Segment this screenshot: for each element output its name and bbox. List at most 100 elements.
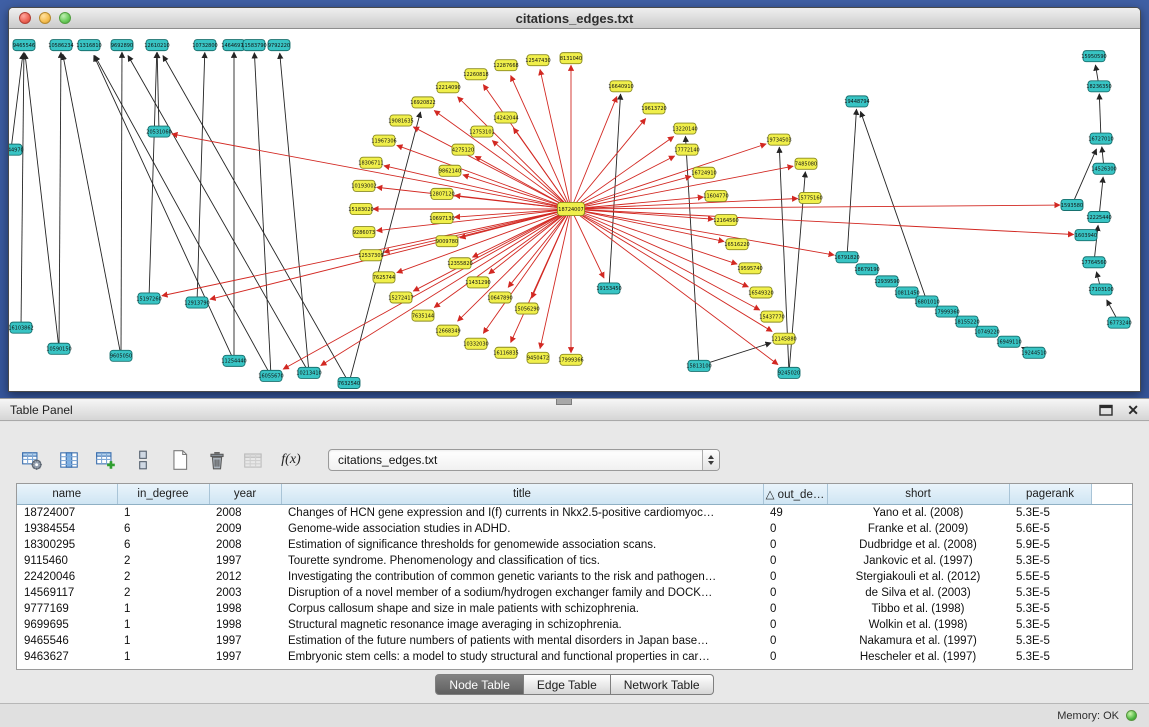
- graph-node[interactable]: 16801010: [914, 296, 939, 307]
- table-cell[interactable]: 5.9E-5: [1009, 537, 1091, 553]
- graph-node[interactable]: 10213410: [296, 367, 321, 378]
- graph-node[interactable]: 10749220: [974, 326, 999, 337]
- table-cell[interactable]: Corpus callosum shape and size in male p…: [281, 601, 763, 617]
- table-cell[interactable]: 5.3E-5: [1009, 601, 1091, 617]
- table-panel-header[interactable]: Table Panel ✕: [0, 398, 1149, 421]
- graph-node[interactable]: 12939590: [874, 276, 899, 287]
- graph-node[interactable]: 16116835: [493, 347, 518, 358]
- table-cell[interactable]: 1998: [209, 617, 281, 633]
- table-cell[interactable]: 2008: [209, 537, 281, 553]
- graph-node[interactable]: 9009780: [436, 236, 458, 247]
- table-cell[interactable]: 9465546: [17, 633, 117, 649]
- table-cell[interactable]: Estimation of significance thresholds fo…: [281, 537, 763, 553]
- graph-node[interactable]: 11431290: [465, 277, 490, 288]
- graph-node[interactable]: 17772140: [674, 144, 699, 155]
- table-row[interactable]: 946554611997Estimation of the future num…: [17, 633, 1132, 649]
- table-cell[interactable]: Nakamura et al. (1997): [827, 633, 1009, 649]
- graph-node[interactable]: 9286073: [353, 227, 375, 238]
- graph-node[interactable]: 17103100: [1088, 284, 1113, 295]
- table-cell[interactable]: 5.3E-5: [1009, 553, 1091, 569]
- graph-node[interactable]: 15775160: [797, 192, 822, 203]
- table-cell[interactable]: 2003: [209, 585, 281, 601]
- table-cell[interactable]: 2: [117, 585, 209, 601]
- graph-node[interactable]: 19595740: [737, 263, 762, 274]
- graph-node[interactable]: 16244970: [9, 144, 24, 155]
- graph-node[interactable]: 17999366: [558, 354, 583, 365]
- graph-node[interactable]: 19613720: [641, 103, 666, 114]
- table-cell[interactable]: 22420046: [17, 569, 117, 585]
- table-cell[interactable]: Tibbo et al. (1998): [827, 601, 1009, 617]
- graph-node[interactable]: 12913790: [184, 297, 209, 308]
- graph-node[interactable]: 15183020: [348, 203, 373, 214]
- table-cell[interactable]: 5.3E-5: [1009, 649, 1091, 665]
- column-header-out_de[interactable]: △ out_de…: [763, 484, 827, 504]
- graph-node[interactable]: 10332030: [463, 338, 488, 349]
- graph-node[interactable]: 11254440: [221, 355, 246, 366]
- table-cell[interactable]: 5.3E-5: [1009, 504, 1091, 521]
- table-row[interactable]: 946362711997Embryonic stem cells: a mode…: [17, 649, 1132, 665]
- table-cell[interactable]: 9115460: [17, 553, 117, 569]
- table-cell[interactable]: 0: [763, 569, 827, 585]
- table-cell[interactable]: Yano et al. (2008): [827, 504, 1009, 521]
- window-minimize-button[interactable]: [39, 12, 51, 24]
- graph-node[interactable]: 7485080: [795, 158, 817, 169]
- table-settings-icon[interactable]: [18, 446, 46, 474]
- float-panel-icon[interactable]: [1099, 404, 1113, 416]
- graph-node[interactable]: 4275120: [452, 144, 474, 155]
- graph-node[interactable]: 10811450: [894, 287, 919, 298]
- window-close-button[interactable]: [19, 12, 31, 24]
- close-panel-icon[interactable]: ✕: [1127, 403, 1139, 417]
- tab-edge-table[interactable]: Edge Table: [524, 674, 611, 695]
- delete-table-icon[interactable]: [203, 446, 231, 474]
- window-titlebar[interactable]: citations_edges.txt: [9, 8, 1140, 29]
- table-cell[interactable]: 1: [117, 504, 209, 521]
- table-row[interactable]: 1456911722003Disruption of a novel membe…: [17, 585, 1132, 601]
- import-table-icon[interactable]: [240, 446, 268, 474]
- graph-node[interactable]: 12145880: [771, 333, 796, 344]
- table-cell[interactable]: Wolkin et al. (1998): [827, 617, 1009, 633]
- graph-node[interactable]: 15056290: [514, 303, 539, 314]
- table-cell[interactable]: 1997: [209, 553, 281, 569]
- table-row[interactable]: 911546021997Tourette syndrome. Phenomeno…: [17, 553, 1132, 569]
- table-cell[interactable]: 1998: [209, 601, 281, 617]
- graph-node[interactable]: 16727010: [1088, 133, 1113, 144]
- table-cell[interactable]: Dudbridge et al. (2008): [827, 537, 1009, 553]
- table-cell[interactable]: 0: [763, 537, 827, 553]
- graph-node[interactable]: 14242044: [493, 112, 518, 123]
- table-cell[interactable]: 2012: [209, 569, 281, 585]
- graph-node[interactable]: 10193002: [351, 180, 376, 191]
- table-cell[interactable]: 5.5E-5: [1009, 569, 1091, 585]
- table-cell[interactable]: 0: [763, 633, 827, 649]
- table-cell[interactable]: 1997: [209, 649, 281, 665]
- graph-node[interactable]: 19734503: [766, 134, 791, 145]
- table-cell[interactable]: 0: [763, 585, 827, 601]
- graph-node[interactable]: 12547430: [525, 55, 550, 66]
- column-header-pagerank[interactable]: pagerank: [1009, 484, 1091, 504]
- graph-node[interactable]: 10586234: [48, 40, 73, 51]
- graph-node[interactable]: 8131040: [560, 53, 582, 64]
- tab-network-table[interactable]: Network Table: [611, 674, 714, 695]
- graph-node[interactable]: 7635144: [412, 310, 434, 321]
- graph-node[interactable]: 16949110: [996, 336, 1021, 347]
- network-canvas[interactable]: 1872400781310401254743012287668122608181…: [9, 29, 1140, 391]
- graph-node[interactable]: 18306711: [358, 157, 383, 168]
- graph-hub-node[interactable]: 18724007: [558, 202, 585, 215]
- table-row[interactable]: 969969511998Structural magnetic resonanc…: [17, 617, 1132, 633]
- graph-node[interactable]: 16920822: [410, 97, 435, 108]
- table-cell[interactable]: 6: [117, 521, 209, 537]
- table-cell[interactable]: 1: [117, 633, 209, 649]
- graph-node[interactable]: 7625744: [373, 272, 395, 283]
- graph-node[interactable]: 12260818: [463, 69, 488, 80]
- table-cell[interactable]: 2008: [209, 504, 281, 521]
- graph-node[interactable]: 16549320: [748, 287, 773, 298]
- graph-node[interactable]: 12355820: [447, 258, 472, 269]
- memory-status-icon[interactable]: [1126, 710, 1137, 721]
- graph-node[interactable]: 10647890: [487, 292, 512, 303]
- graph-node[interactable]: 9605050: [110, 350, 132, 361]
- table-cell[interactable]: de Silva et al. (2003): [827, 585, 1009, 601]
- graph-node[interactable]: 10697130: [429, 213, 454, 224]
- graph-node[interactable]: 16724910: [691, 167, 716, 178]
- graph-node[interactable]: 16773240: [1106, 317, 1131, 328]
- table-cell[interactable]: 0: [763, 553, 827, 569]
- graph-node[interactable]: 11604770: [703, 190, 728, 201]
